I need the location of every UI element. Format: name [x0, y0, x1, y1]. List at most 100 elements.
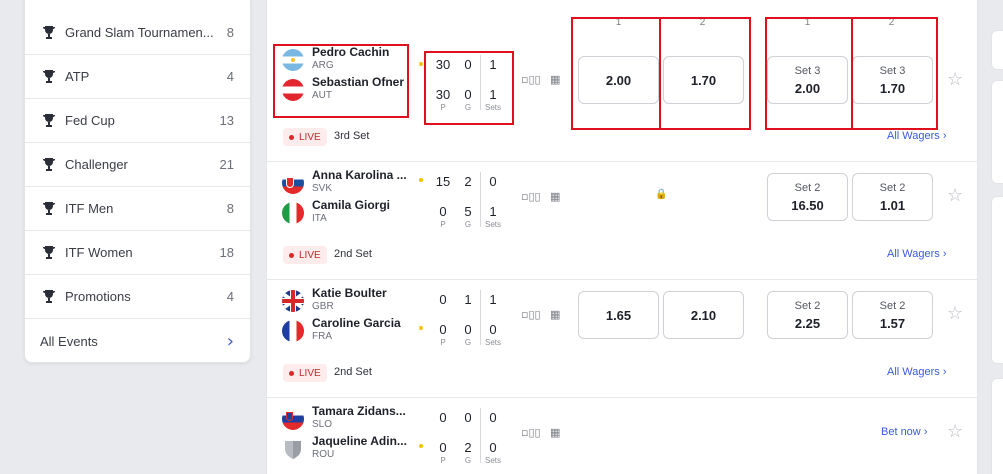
- games-p2: 2: [464, 440, 472, 455]
- all-wagers-link[interactable]: All Wagers ›: [887, 248, 947, 260]
- set-odds-button-player-2[interactable]: Set 2 1.57: [852, 291, 933, 339]
- sidebar-item-itf-men[interactable]: ITF Men 8: [25, 187, 250, 231]
- points-label: P: [440, 220, 446, 229]
- points-p2: 0: [439, 440, 447, 455]
- all-wagers-link[interactable]: All Wagers ›: [887, 366, 947, 378]
- sidebar-item-itf-women[interactable]: ITF Women 18: [25, 231, 250, 275]
- stats-icon[interactable]: ▫▯▯: [521, 73, 541, 86]
- set-odds-button-player-1[interactable]: Set 2 2.25: [767, 291, 848, 339]
- sidebar-item-atp[interactable]: ATP 4: [25, 55, 250, 99]
- sidebar-item-label: Grand Slam Tournamen...: [65, 25, 214, 40]
- italy-flag-icon: [282, 202, 304, 224]
- score-divider: [480, 55, 481, 110]
- column-header-2: 2: [888, 17, 895, 28]
- austria-flag-icon: [282, 79, 304, 101]
- favorite-star-icon[interactable]: ☆: [947, 421, 963, 442]
- points-p2: 30: [435, 87, 451, 102]
- player-country: FRA: [312, 331, 332, 342]
- court-icon[interactable]: ▦: [550, 308, 560, 321]
- trophy-icon: [40, 200, 58, 218]
- trophy-icon: [40, 156, 58, 174]
- odds-button-player-1[interactable]: 2.00: [578, 56, 659, 104]
- odds-value: 2.25: [794, 315, 821, 331]
- set-label: Set 2: [879, 299, 906, 312]
- player-name: Anna Karolina ...: [312, 168, 407, 182]
- sidebar-item-label: Promotions: [65, 289, 131, 304]
- right-panel-card: [991, 196, 1003, 364]
- player-1: Anna Karolina ... SVK: [282, 168, 407, 195]
- france-flag-icon: [282, 320, 304, 342]
- sets-label: Sets: [484, 220, 501, 229]
- shield-icon: [282, 438, 304, 460]
- set-odds-button-player-2[interactable]: Set 2 1.01: [852, 173, 933, 221]
- odds-button-player-2[interactable]: 2.10: [663, 291, 744, 339]
- sets-label: Sets: [484, 338, 501, 347]
- all-events-label: All Events: [40, 334, 98, 349]
- serve-indicator: [419, 62, 423, 66]
- stats-icon[interactable]: ▫▯▯: [521, 426, 541, 439]
- player-name: Sebastian Ofner: [312, 75, 405, 89]
- sidebar-item-challenger[interactable]: Challenger 21: [25, 143, 250, 187]
- current-set: 3rd Set: [334, 130, 370, 142]
- sidebar-item-all-events[interactable]: All Events ›: [25, 319, 250, 364]
- games-p2: 5: [464, 204, 472, 219]
- set-odds-button-player-2[interactable]: Set 3 1.70: [852, 56, 933, 104]
- games-p1: 2: [464, 174, 472, 189]
- uk-flag-icon: [282, 290, 304, 312]
- odds-value: 2.00: [605, 72, 632, 88]
- set-label: Set 3: [794, 64, 821, 77]
- court-icon[interactable]: ▦: [550, 190, 560, 203]
- points-label: P: [440, 103, 446, 112]
- match-row: Katie Boulter GBR Caroline Garcia FRA 0 …: [267, 280, 977, 398]
- sets-p1: 0: [489, 174, 497, 189]
- points-p2: 0: [439, 204, 447, 219]
- trophy-icon: [40, 244, 58, 262]
- player-2: Jaqueline Adin... ROU: [282, 434, 407, 461]
- sidebar-item-count: 8: [226, 201, 234, 216]
- games-p1: 1: [464, 292, 472, 307]
- player-country: ITA: [312, 213, 327, 224]
- sidebar-item-grand-slam[interactable]: Grand Slam Tournamen... 8: [25, 11, 250, 55]
- sidebar-item-promotions[interactable]: Promotions 4: [25, 275, 250, 319]
- points-label: P: [440, 338, 446, 347]
- court-icon[interactable]: ▦: [550, 73, 560, 86]
- column-header-1: 1: [804, 17, 811, 28]
- page: Grand Slam Tournamen... 8 ATP 4 Fed Cup …: [0, 0, 1003, 474]
- set-odds-button-player-1[interactable]: Set 3 2.00: [767, 56, 848, 104]
- column-header-1: 1: [615, 17, 622, 28]
- games-label: G: [464, 338, 472, 347]
- bet-now-link[interactable]: Bet now ›: [881, 426, 927, 438]
- right-panel-card: [991, 80, 1003, 184]
- odds-button-player-1[interactable]: 1.65: [578, 291, 659, 339]
- slovakia-flag-icon: [282, 172, 304, 194]
- set-label: Set 2: [879, 181, 906, 194]
- sets-p2: 0: [489, 322, 497, 337]
- court-icon[interactable]: ▦: [550, 426, 560, 439]
- live-label: LIVE: [299, 249, 321, 261]
- current-set: 2nd Set: [334, 366, 372, 378]
- sidebar-item-label: ATP: [65, 69, 90, 84]
- all-wagers-link[interactable]: All Wagers ›: [887, 130, 947, 142]
- argentina-flag-icon: [282, 49, 304, 71]
- live-dot-icon: [289, 134, 294, 140]
- sidebar-item-fed-cup[interactable]: Fed Cup 13: [25, 99, 250, 143]
- set-odds-button-player-1[interactable]: Set 2 16.50: [767, 173, 848, 221]
- player-2: Sebastian Ofner AUT: [282, 75, 404, 102]
- serve-indicator: [419, 326, 423, 330]
- player-country: ARG: [312, 60, 334, 71]
- odds-button-player-2[interactable]: 1.70: [663, 56, 744, 104]
- odds-value: 2.00: [794, 80, 821, 96]
- sport-category-sidebar: Grand Slam Tournamen... 8 ATP 4 Fed Cup …: [24, 0, 251, 363]
- player-country: SVK: [312, 183, 333, 194]
- favorite-star-icon[interactable]: ☆: [947, 69, 963, 90]
- player-name: Tamara Zidans...: [312, 404, 406, 418]
- current-set: 2nd Set: [334, 248, 372, 260]
- sets-label: Sets: [484, 456, 501, 465]
- stats-icon[interactable]: ▫▯▯: [521, 308, 541, 321]
- player-name: Jaqueline Adin...: [312, 434, 407, 448]
- favorite-star-icon[interactable]: ☆: [947, 185, 963, 206]
- favorite-star-icon[interactable]: ☆: [947, 303, 963, 324]
- points-p1: 15: [435, 174, 451, 189]
- sidebar-item-count: 13: [219, 113, 234, 128]
- stats-icon[interactable]: ▫▯▯: [521, 190, 541, 203]
